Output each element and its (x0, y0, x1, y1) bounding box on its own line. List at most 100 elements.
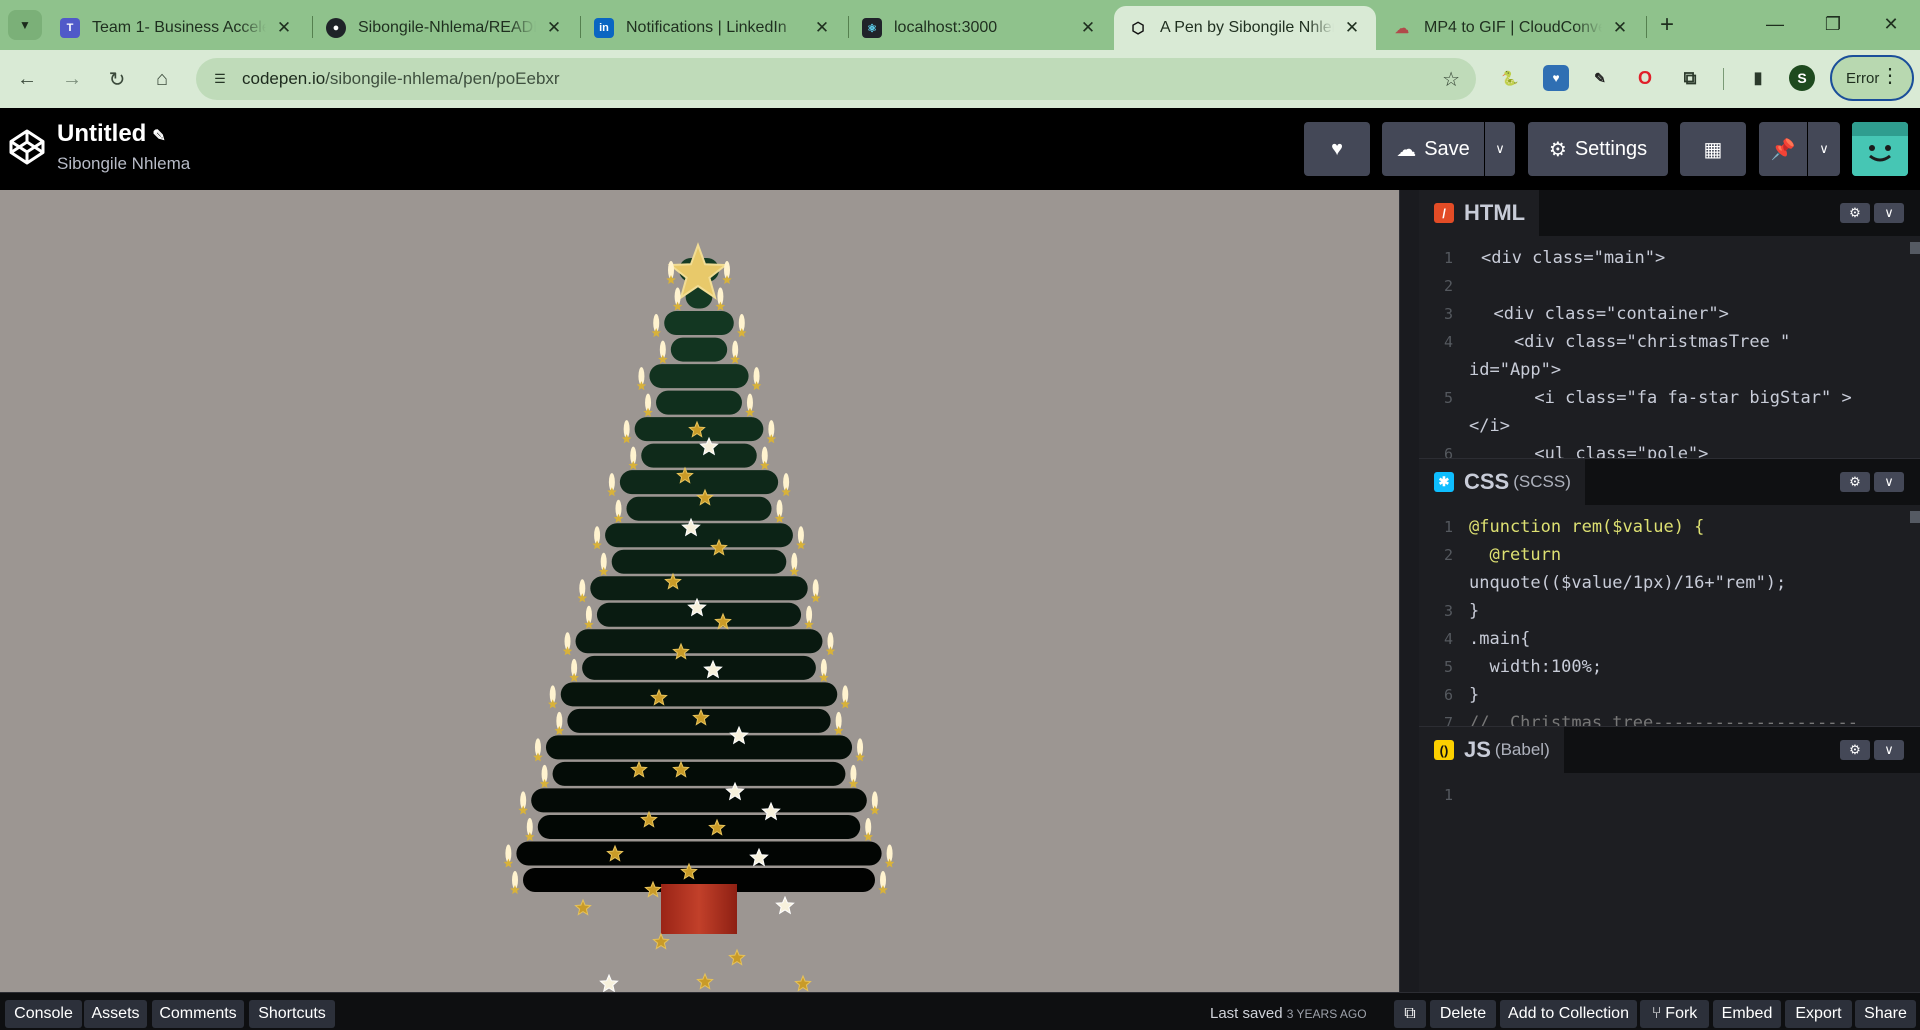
gear-icon: ⚙ (1548, 138, 1567, 161)
close-tab-icon[interactable]: ✕ (1610, 18, 1630, 38)
close-tab-icon[interactable]: ✕ (274, 18, 294, 38)
pin-dropdown-button[interactable]: ∨ (1808, 122, 1840, 176)
tree-branch-row (605, 523, 793, 548)
heart-button[interactable]: ♥ (1304, 122, 1370, 176)
tree-light-star (518, 805, 528, 815)
js-code[interactable]: 1 (1419, 773, 1920, 992)
html-scrollbar[interactable] (1910, 242, 1920, 254)
external-link-icon: ⧉ (1404, 1005, 1416, 1022)
fork-button[interactable]: ⑂ Fork (1640, 1000, 1709, 1028)
add-to-collection-button[interactable]: Add to Collection (1500, 1000, 1637, 1028)
close-tab-icon[interactable]: ✕ (544, 18, 564, 38)
edit-pencil-icon[interactable]: ✎ (152, 128, 165, 145)
reload-icon[interactable]: ↻ (100, 62, 134, 96)
tree-branch-row (656, 390, 742, 415)
browser-error-pill[interactable]: Error ⋮ (1830, 55, 1914, 101)
codepen-header: Untitled ✎ Sibongile Nhlema ♥ ☁ Save ∨ ⚙ Se… (0, 108, 1920, 190)
css-scrollbar[interactable] (1910, 511, 1920, 523)
url-text[interactable]: codepen.io/sibongile-nhlema/pen/poEebxr (242, 69, 560, 89)
line-number: 4 (1443, 630, 1453, 648)
pen-title[interactable]: Untitled ✎ (57, 120, 166, 148)
pin-button[interactable]: 📌 (1759, 122, 1807, 176)
shield-extension-icon[interactable]: ♥ (1543, 65, 1569, 91)
profile-avatar[interactable]: S (1789, 65, 1815, 91)
tree-light-star (592, 540, 602, 550)
opera-extension-icon[interactable]: O (1632, 65, 1658, 91)
share-button[interactable]: Share (1855, 1000, 1916, 1028)
address-bar[interactable]: ☰ codepen.io/sibongile-nhlema/pen/poEebx… (196, 58, 1476, 100)
restore-window-icon[interactable]: ❐ (1804, 0, 1862, 48)
export-button[interactable]: Export (1785, 1000, 1852, 1028)
browser-tab[interactable]: ☁ MP4 to GIF | CloudConvert ✕ (1378, 6, 1644, 50)
tree-light-star (855, 752, 865, 762)
forward-arrow-icon[interactable]: → (55, 62, 89, 96)
html-editor-pane: / HTML ⚙ ∨ 1 <div class="main"> 2 3 <div… (1419, 190, 1920, 458)
save-dropdown-button[interactable]: ∨ (1485, 122, 1515, 176)
add-to-collection-label: Add to Collection (1508, 1005, 1629, 1022)
tree-light-star (796, 540, 806, 550)
user-avatar[interactable] (1852, 122, 1908, 176)
line-number: 2 (1443, 277, 1453, 295)
eyedropper-extension-icon[interactable]: ✎ (1587, 65, 1613, 91)
browser-tab[interactable]: in Notifications | LinkedIn ✕ (580, 6, 846, 50)
tree-light-star (730, 354, 740, 364)
embed-button[interactable]: Embed (1713, 1000, 1781, 1028)
css-code[interactable]: 1 @function rem($value) { 2 @return unqu… (1419, 505, 1920, 726)
html-settings-gear-icon[interactable]: ⚙ (1840, 203, 1870, 223)
html-code[interactable]: 1 <div class="main"> 2 3 <div class="con… (1419, 236, 1920, 458)
close-tab-icon[interactable]: ✕ (812, 18, 832, 38)
console-button[interactable]: Console (5, 1000, 82, 1028)
kebab-menu-icon[interactable]: ⋮ (1880, 66, 1900, 86)
browser-tab[interactable]: ● Sibongile-Nhlema/README ✕ (312, 6, 578, 50)
comments-label: Comments (159, 1005, 237, 1022)
tree-light-star (607, 487, 617, 497)
bookmark-star-icon[interactable]: ☆ (1442, 67, 1460, 92)
tree-branch-row (552, 761, 846, 786)
tree-ornament-star (728, 948, 746, 966)
comments-button[interactable]: Comments (152, 1000, 244, 1028)
delete-button[interactable]: Delete (1430, 1000, 1496, 1028)
js-settings-gear-icon[interactable]: ⚙ (1840, 740, 1870, 760)
side-panel-icon[interactable]: ▮ (1745, 65, 1771, 91)
css-editor-pane: ✱ CSS (SCSS) ⚙ ∨ 1 @function rem($value) … (1419, 458, 1920, 726)
browser-tab[interactable]: ⚛ localhost:3000 ✕ (848, 6, 1112, 50)
home-icon[interactable]: ⌂ (145, 62, 179, 96)
tree-light-star (863, 832, 873, 841)
close-tab-icon[interactable]: ✕ (1342, 18, 1362, 38)
extensions-puzzle-icon[interactable]: ⧉ (1677, 65, 1703, 91)
shortcuts-button[interactable]: Shortcuts (249, 1000, 335, 1028)
tab-search-chevron-icon[interactable]: ▼ (8, 10, 42, 40)
change-view-button[interactable]: ▦ (1680, 122, 1746, 176)
tree-light-star (745, 407, 755, 417)
back-arrow-icon[interactable]: ← (10, 62, 44, 96)
new-tab-plus-icon[interactable]: + (1650, 8, 1684, 42)
line-number: 5 (1443, 389, 1453, 407)
codepen-logo-icon[interactable] (8, 128, 46, 166)
preview-pane[interactable] (0, 190, 1399, 992)
tree-light-star (666, 275, 676, 284)
editor-resize-handle[interactable] (1399, 190, 1419, 992)
python-extension-icon[interactable]: 🐍 (1497, 65, 1523, 91)
js-collapse-chevron-icon[interactable]: ∨ (1874, 740, 1904, 760)
error-label: Error (1846, 69, 1880, 87)
css-collapse-chevron-icon[interactable]: ∨ (1874, 472, 1904, 492)
layout-icon: ▦ (1703, 138, 1723, 161)
browser-tab[interactable]: T Team 1- Business Accelerator ✕ (46, 6, 308, 50)
html-collapse-chevron-icon[interactable]: ∨ (1874, 203, 1904, 223)
close-tab-icon[interactable]: ✕ (1078, 18, 1098, 38)
site-info-icon[interactable]: ☰ (206, 65, 234, 93)
line-number: 7 (1443, 714, 1453, 726)
close-window-icon[interactable]: ✕ (1862, 0, 1920, 48)
console-label: Console (14, 1005, 73, 1022)
assets-button[interactable]: Assets (84, 1000, 147, 1028)
tree-light-star (715, 301, 726, 311)
minimize-window-icon[interactable]: — (1746, 0, 1804, 48)
pen-owner[interactable]: Sibongile Nhlema (57, 154, 190, 174)
open-external-button[interactable]: ⧉ (1394, 1000, 1426, 1028)
css-settings-gear-icon[interactable]: ⚙ (1840, 472, 1870, 492)
tree-light-star (503, 858, 514, 868)
browser-tab-active[interactable]: ⬡ A Pen by Sibongile Nhlema ✕ (1114, 6, 1376, 50)
save-button[interactable]: ☁ Save (1382, 122, 1484, 176)
settings-button[interactable]: ⚙ Settings (1528, 122, 1668, 176)
tree-light-star (636, 381, 647, 391)
